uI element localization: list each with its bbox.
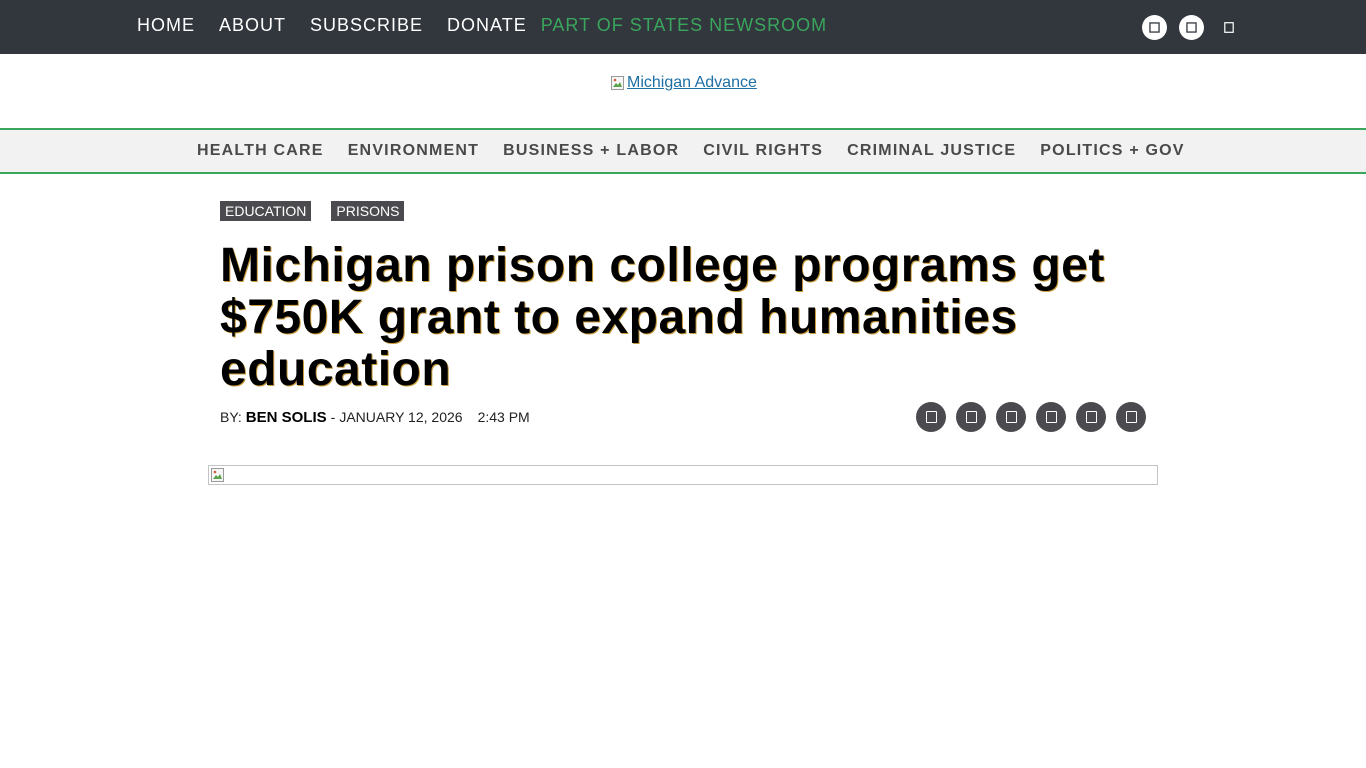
nav-subscribe-link[interactable]: SUBSCRIBE [310, 0, 423, 52]
category-environment[interactable]: ENVIRONMENT [348, 142, 479, 160]
top-nav: HOME ABOUT SUBSCRIBE DONATE PART OF STAT… [137, 0, 827, 54]
tag-prisons[interactable]: PRISONS [331, 201, 405, 221]
email-share-glyph [1045, 411, 1057, 423]
category-criminal-justice[interactable]: CRIMINAL JUSTICE [847, 142, 1016, 160]
category-nav: HEALTH CARE ENVIRONMENT BUSINESS + LABOR… [0, 128, 1366, 174]
twitter-icon[interactable] [1179, 15, 1204, 40]
category-business-labor[interactable]: BUSINESS + LABOR [503, 142, 679, 160]
linkedin-share-icon[interactable] [996, 402, 1026, 432]
byline: BY: BEN SOLIS - JANUARY 12, 2026 2:43 PM [220, 409, 530, 426]
nav-about-link[interactable]: ABOUT [219, 0, 286, 52]
top-icons [1142, 15, 1241, 40]
logo-alt-text: Michigan Advance [627, 74, 757, 91]
states-newsroom-link[interactable]: PART OF STATES NEWSROOM [541, 0, 827, 52]
article-tags: EDUCATION PRISONS [220, 201, 424, 221]
print-share-glyph [1085, 411, 1097, 423]
byline-separator: - [330, 409, 336, 425]
facebook-share-icon[interactable] [916, 402, 946, 432]
top-bar: HOME ABOUT SUBSCRIBE DONATE PART OF STAT… [0, 0, 1366, 54]
nav-donate-link[interactable]: DONATE [447, 0, 527, 52]
search-icon[interactable] [1216, 15, 1241, 40]
category-politics-gov[interactable]: POLITICS + GOV [1040, 142, 1184, 160]
author-link[interactable]: BEN SOLIS [246, 409, 327, 426]
twitter-share-glyph [965, 411, 977, 423]
article-headline: Michigan prison college programs get $75… [220, 239, 1105, 396]
republish-icon[interactable] [1116, 402, 1146, 432]
site-logo-link[interactable]: Michigan Advance [610, 74, 757, 92]
nav-home-link[interactable]: HOME [137, 0, 195, 52]
publish-time: 2:43 PM [477, 409, 530, 425]
share-buttons [916, 402, 1156, 432]
byline-label: BY: [220, 409, 242, 425]
broken-image-icon [611, 76, 624, 90]
print-share-icon[interactable] [1076, 402, 1106, 432]
linkedin-share-glyph [1005, 411, 1017, 423]
facebook-icon[interactable] [1142, 15, 1167, 40]
email-share-icon[interactable] [1036, 402, 1066, 432]
category-health-care[interactable]: HEALTH CARE [197, 142, 324, 160]
broken-image-icon [211, 468, 224, 482]
publish-date: JANUARY 12, 2026 [339, 409, 463, 425]
masthead: Michigan Advance [0, 54, 1366, 128]
republish-glyph [1125, 411, 1137, 423]
featured-image [208, 465, 1158, 485]
twitter-share-icon[interactable] [956, 402, 986, 432]
facebook-share-glyph [925, 411, 937, 423]
category-civil-rights[interactable]: CIVIL RIGHTS [703, 142, 823, 160]
tag-education[interactable]: EDUCATION [220, 201, 312, 221]
